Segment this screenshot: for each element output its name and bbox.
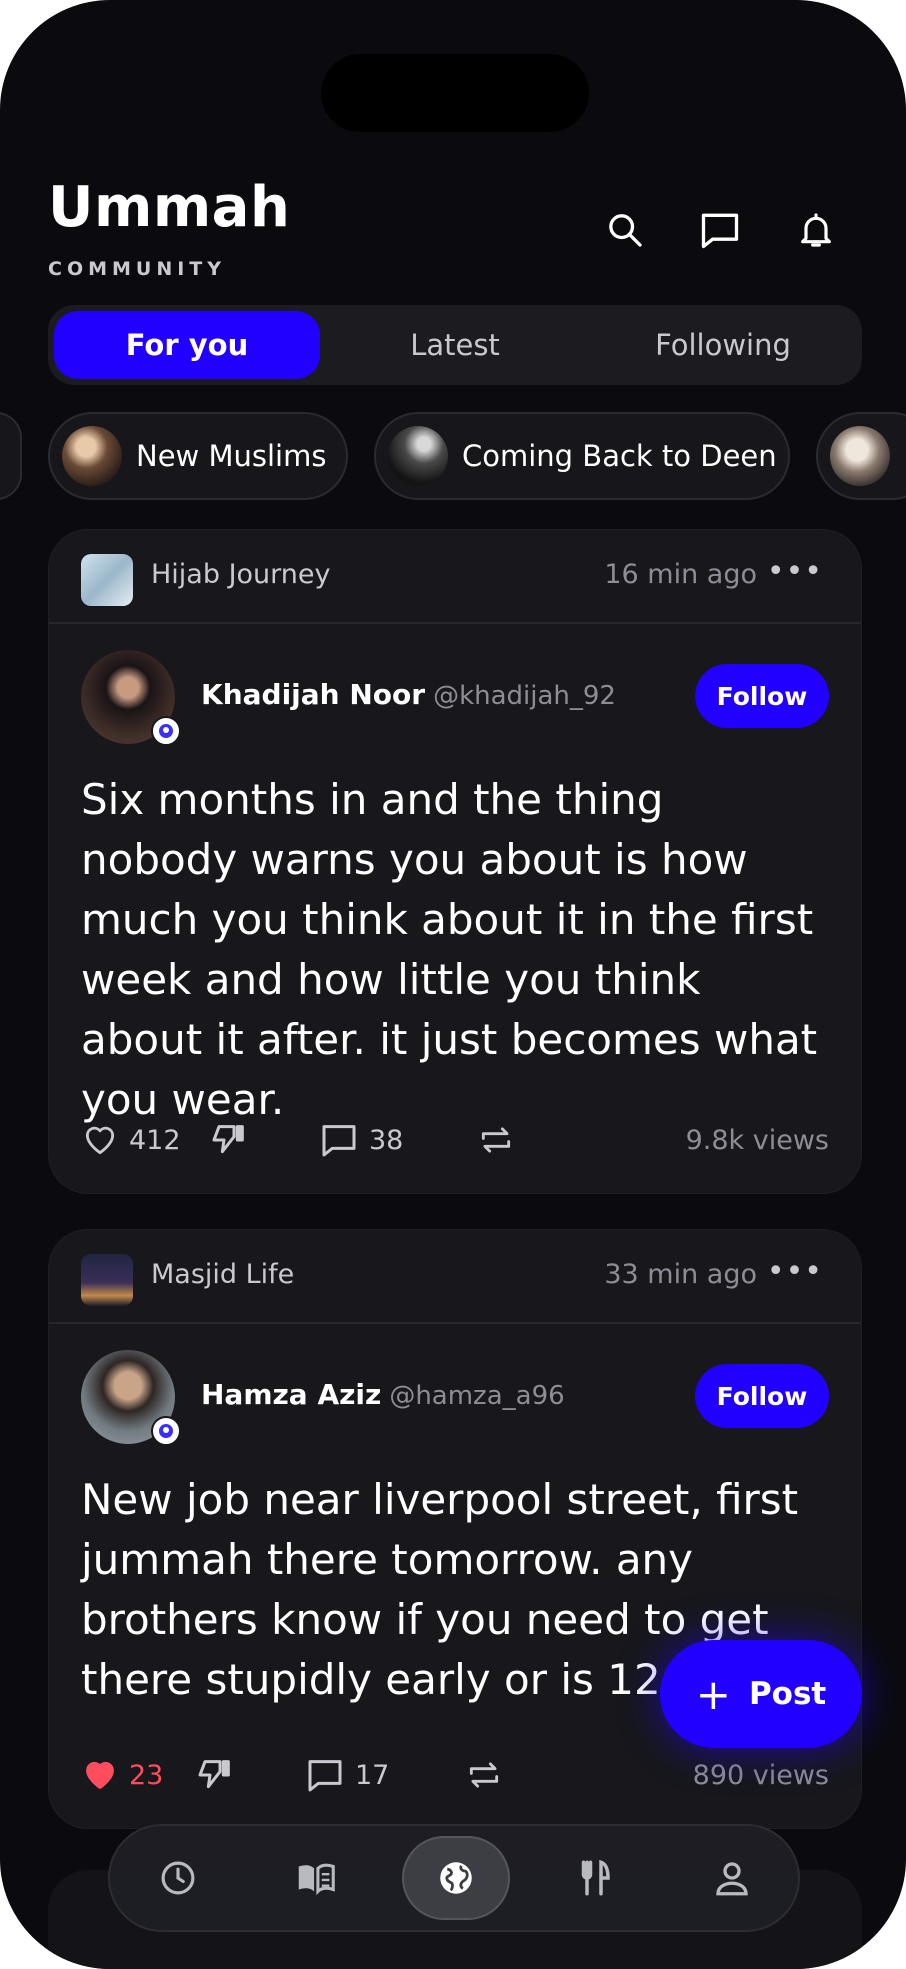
follow-button[interactable]: Follow xyxy=(695,664,829,728)
chip-label: Coming Back to Deen xyxy=(462,439,777,473)
comment-icon xyxy=(322,1125,356,1157)
chip-avatar xyxy=(830,426,890,486)
dislike-button[interactable] xyxy=(209,1115,259,1165)
tab-latest[interactable]: Latest xyxy=(322,311,588,379)
repost-icon xyxy=(481,1127,511,1153)
post-group-header: Masjid Life 33 min ago ••• xyxy=(49,1230,861,1324)
bell-icon[interactable] xyxy=(788,202,844,258)
nav-clock-icon[interactable] xyxy=(124,1836,232,1920)
verified-badge-icon xyxy=(151,1416,181,1446)
post-actions: 412 38 9.8k views xyxy=(81,1115,829,1165)
view-count: 9.8k views xyxy=(685,1124,829,1156)
post-time: 33 min ago xyxy=(604,1259,757,1290)
chip-avatar xyxy=(388,426,448,486)
comment-icon xyxy=(308,1760,342,1792)
group-thumbnail[interactable] xyxy=(81,1254,133,1306)
dynamic-island xyxy=(321,54,589,132)
nav-utensils-icon[interactable] xyxy=(540,1836,648,1920)
comment-count: 17 xyxy=(355,1759,390,1791)
author-handle: @hamza_a96 xyxy=(389,1381,565,1411)
author-name: Khadijah Noor xyxy=(201,678,426,711)
bottom-nav xyxy=(108,1824,800,1932)
repost-button[interactable] xyxy=(477,1115,525,1165)
nav-globe-icon[interactable] xyxy=(402,1836,510,1920)
group-name[interactable]: Masjid Life xyxy=(151,1259,294,1290)
feed-tabs: For you Latest Following xyxy=(48,305,862,385)
tab-following[interactable]: Following xyxy=(590,311,856,379)
repost-icon xyxy=(469,1762,499,1788)
new-post-label: Post xyxy=(748,1676,827,1712)
app-screen: Ummah COMMUNITY For you Latest Following… xyxy=(0,0,906,1969)
author-handle: @khadijah_92 xyxy=(433,681,616,711)
app-brand: Ummah COMMUNITY xyxy=(48,175,291,281)
follow-button[interactable]: Follow xyxy=(695,1364,829,1428)
author-name: Hamza Aziz xyxy=(201,1378,382,1411)
group-thumbnail[interactable] xyxy=(81,554,133,606)
verified-badge-icon xyxy=(151,716,181,746)
nav-profile-icon[interactable] xyxy=(678,1836,786,1920)
chip-partial-right[interactable] xyxy=(816,412,906,500)
message-icon[interactable] xyxy=(692,202,748,258)
tab-for-you[interactable]: For you xyxy=(54,311,320,379)
group-name[interactable]: Hijab Journey xyxy=(151,559,331,590)
more-options-icon[interactable]: ••• xyxy=(767,1254,823,1289)
post-group-header: Hijab Journey 16 min ago ••• xyxy=(49,530,861,624)
search-icon[interactable] xyxy=(597,202,653,258)
like-button[interactable]: 412 xyxy=(81,1115,181,1165)
chip-avatar xyxy=(62,426,122,486)
community-chips: New Muslims Coming Back to Deen xyxy=(0,412,906,504)
thumbs-down-icon xyxy=(212,1125,244,1154)
thumbs-down-icon xyxy=(198,1760,230,1789)
comment-count: 38 xyxy=(369,1124,404,1156)
comment-button[interactable]: 38 xyxy=(319,1115,403,1165)
repost-button[interactable] xyxy=(465,1750,513,1800)
dislike-button[interactable] xyxy=(195,1750,245,1800)
app-subtitle: COMMUNITY xyxy=(48,258,227,280)
chip-new-muslims[interactable]: New Muslims xyxy=(48,412,348,500)
plus-icon: + xyxy=(695,1669,731,1719)
heart-icon xyxy=(85,1126,115,1155)
nav-book-icon[interactable] xyxy=(262,1836,370,1920)
app-title: Ummah xyxy=(48,175,291,240)
like-count: 412 xyxy=(129,1124,181,1156)
like-count: 23 xyxy=(129,1759,164,1791)
heart-filled-icon xyxy=(86,1761,114,1789)
more-options-icon[interactable]: ••• xyxy=(767,554,823,589)
comment-button[interactable]: 17 xyxy=(305,1750,389,1800)
author-info[interactable]: Khadijah Noor @khadijah_92 xyxy=(201,678,616,711)
post-time: 16 min ago xyxy=(604,559,757,590)
new-post-button[interactable]: + Post xyxy=(660,1640,862,1748)
chip-label: New Muslims xyxy=(136,439,327,473)
post-actions: 23 17 890 views xyxy=(81,1750,829,1800)
post-card[interactable]: Hijab Journey 16 min ago ••• Khadijah No… xyxy=(48,529,862,1194)
post-text: Six months in and the thing nobody warns… xyxy=(81,775,818,1124)
chip-partial-left[interactable] xyxy=(0,412,22,500)
view-count: 890 views xyxy=(692,1759,829,1791)
author-info[interactable]: Hamza Aziz @hamza_a96 xyxy=(201,1378,565,1411)
chip-coming-back-to-deen[interactable]: Coming Back to Deen xyxy=(374,412,790,500)
like-button[interactable]: 23 xyxy=(81,1750,163,1800)
